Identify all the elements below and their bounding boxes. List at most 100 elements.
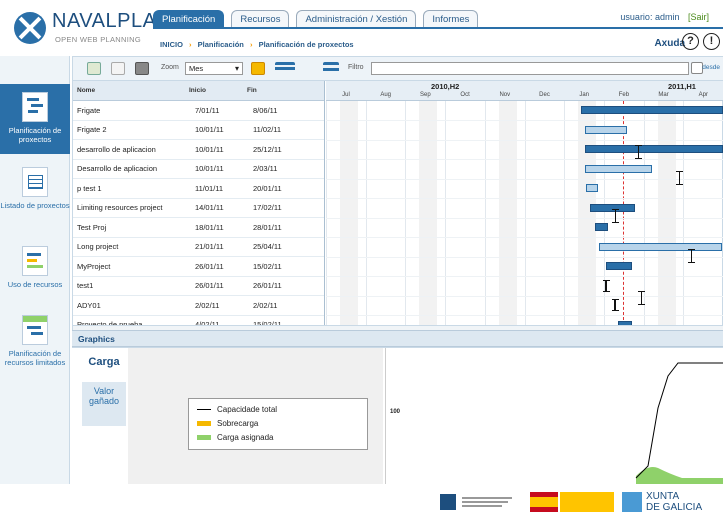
app-subtitle: OPEN WEB PLANNING bbox=[55, 35, 141, 44]
task-bar[interactable] bbox=[586, 184, 598, 192]
table-row[interactable]: Frigate 7/01/11 8/06/11 bbox=[73, 101, 324, 121]
task-bar[interactable] bbox=[584, 145, 723, 153]
new-project-icon[interactable] bbox=[87, 62, 101, 75]
table-row[interactable]: desarrollo de aplicacion 10/01/11 25/12/11 bbox=[73, 140, 324, 160]
legend-item-overload: Sobrecarga bbox=[197, 419, 258, 428]
row-gridline bbox=[326, 139, 723, 141]
column-header-start[interactable]: Inicio bbox=[185, 81, 243, 100]
table-row[interactable]: Frigate 2 10/01/11 11/02/11 bbox=[73, 121, 324, 140]
month-gridline bbox=[405, 101, 407, 325]
column-header-end[interactable]: Fin bbox=[243, 81, 303, 100]
task-bar[interactable] bbox=[605, 262, 632, 270]
table-row[interactable]: Desarrollo de aplicacion 10/01/11 2/03/11 bbox=[73, 160, 324, 179]
gantt-body bbox=[326, 101, 723, 325]
column-header-name[interactable]: Nome bbox=[73, 81, 185, 100]
table-row[interactable]: ADY01 2/02/11 2/02/11 bbox=[73, 296, 324, 316]
help-icon[interactable]: ? bbox=[682, 33, 699, 50]
task-end: 25/04/11 bbox=[253, 242, 282, 252]
task-start: 18/01/11 bbox=[195, 222, 224, 232]
breadcrumb-proxectos[interactable]: Planificación de proxectos bbox=[259, 40, 354, 49]
tab-administracion[interactable]: Administración / Xestión bbox=[296, 10, 417, 27]
sidebar-item-uso-recursos[interactable]: Uso de recursos bbox=[0, 240, 70, 300]
table-row[interactable]: Proyecto de prueba 4/02/11 15/02/11 bbox=[73, 316, 324, 325]
gantt-chart: 2010,H2 2011,H1 Jul Aug Sep Oct Nov Dec Jan Feb… bbox=[326, 81, 723, 325]
table-row[interactable]: MyProject 26/01/11 15/02/11 bbox=[73, 257, 324, 277]
month-gridline bbox=[524, 101, 526, 325]
sponsor-logo-xunta: XUNTA DE GALICIA bbox=[622, 490, 718, 514]
task-start: 7/01/11 bbox=[195, 105, 220, 115]
task-start: 26/01/11 bbox=[195, 261, 224, 271]
milestone-marker[interactable] bbox=[602, 279, 610, 292]
task-bar[interactable] bbox=[584, 164, 652, 173]
breadcrumb-inicio[interactable]: INICIO bbox=[160, 40, 183, 49]
zoom-select[interactable]: Mes bbox=[185, 62, 243, 75]
weekend-shade bbox=[657, 101, 676, 325]
load-chart: 100 bbox=[385, 348, 723, 484]
task-name: test1 bbox=[77, 281, 94, 291]
table-row[interactable]: Test Proj 18/01/11 28/01/11 bbox=[73, 218, 324, 238]
month-label: Apr bbox=[698, 92, 708, 98]
sidebar-item-label: Listado de proxectos bbox=[0, 201, 70, 210]
month-label: Feb bbox=[618, 92, 630, 98]
weekend-shade bbox=[498, 101, 517, 325]
search-icon[interactable] bbox=[691, 62, 703, 74]
deadline-marker[interactable] bbox=[635, 145, 642, 159]
deadline-marker[interactable] bbox=[676, 171, 683, 185]
legend-item-capacity: Capacidade total bbox=[197, 405, 277, 414]
task-start: 10/01/11 bbox=[195, 164, 224, 174]
xunta-icon bbox=[622, 492, 642, 512]
deadline-marker[interactable] bbox=[688, 249, 695, 263]
show-labels-icon[interactable] bbox=[275, 62, 295, 75]
tab-recursos[interactable]: Recursos bbox=[231, 10, 290, 27]
sponsor-logo-ministerio bbox=[530, 492, 614, 512]
task-start: 26/01/11 bbox=[195, 281, 224, 291]
table-header: Nome Inicio Fin bbox=[73, 81, 324, 101]
task-bar[interactable] bbox=[599, 242, 723, 251]
table-row[interactable]: test1 26/01/11 26/01/11 bbox=[73, 277, 324, 296]
semester-label: 2011,H1 bbox=[668, 82, 696, 91]
graphics-title[interactable]: Graphics bbox=[72, 330, 723, 347]
info-icon[interactable]: ! bbox=[703, 33, 720, 50]
table-row[interactable]: Limiting resources project 14/01/11 17/02/… bbox=[73, 199, 324, 218]
tab-informes[interactable]: Informes bbox=[423, 10, 479, 27]
task-bar[interactable] bbox=[584, 125, 627, 134]
logout-link[interactable]: [Sair] bbox=[688, 12, 709, 22]
sidebar-item-listado-proxectos[interactable]: Listado de proxectos bbox=[0, 161, 70, 221]
tab-planificacion[interactable]: Planificación bbox=[153, 10, 225, 27]
assigned-load-area bbox=[636, 467, 723, 484]
task-start: 14/01/11 bbox=[195, 203, 224, 213]
milestone-marker[interactable] bbox=[611, 299, 619, 311]
sidebar-item-planificacion-recursos-limitados[interactable]: Planificación de recursos limitados bbox=[0, 309, 70, 389]
task-name: MyProject bbox=[77, 261, 111, 271]
month-gridline bbox=[365, 101, 367, 325]
breadcrumb-planificacion[interactable]: Planificación bbox=[198, 40, 244, 49]
folder-icon[interactable] bbox=[251, 62, 265, 75]
task-bar[interactable] bbox=[580, 106, 723, 114]
navalplan-logo-icon[interactable] bbox=[14, 12, 46, 44]
deadline-marker[interactable] bbox=[612, 209, 619, 223]
copy-icon[interactable] bbox=[111, 62, 125, 75]
legend-label: Capacidade total bbox=[217, 405, 278, 414]
row-gridline bbox=[326, 198, 723, 199]
tab-valor-ganado[interactable]: Valor gañado bbox=[82, 382, 126, 426]
month-label: Aug bbox=[380, 92, 392, 98]
filter-list-icon[interactable] bbox=[323, 62, 339, 75]
sidebar: Planificación de proxectos Listado de pr… bbox=[0, 56, 70, 484]
deadline-marker[interactable] bbox=[638, 291, 645, 305]
task-bar[interactable] bbox=[595, 223, 609, 231]
task-start: 11/01/11 bbox=[195, 183, 224, 193]
print-icon[interactable] bbox=[135, 62, 149, 75]
help-link[interactable]: Axuda bbox=[654, 38, 685, 49]
sidebar-item-planificacion-proxectos[interactable]: Planificación de proxectos bbox=[0, 84, 70, 154]
tab-carga[interactable]: Carga bbox=[80, 356, 128, 368]
row-gridline bbox=[326, 217, 723, 219]
table-row[interactable]: Long project 21/01/11 25/04/11 bbox=[73, 238, 324, 257]
user-label: usuario: admin bbox=[620, 12, 680, 22]
weekend-shade bbox=[340, 101, 358, 325]
task-name: Limiting resources project bbox=[77, 203, 163, 213]
filter-input[interactable] bbox=[371, 62, 689, 75]
task-name: Test Proj bbox=[77, 222, 107, 232]
table-row[interactable]: p test 1 11/01/11 20/01/11 bbox=[73, 179, 324, 199]
legend-label: Carga asignada bbox=[217, 433, 274, 442]
task-start: 10/01/11 bbox=[195, 125, 224, 135]
